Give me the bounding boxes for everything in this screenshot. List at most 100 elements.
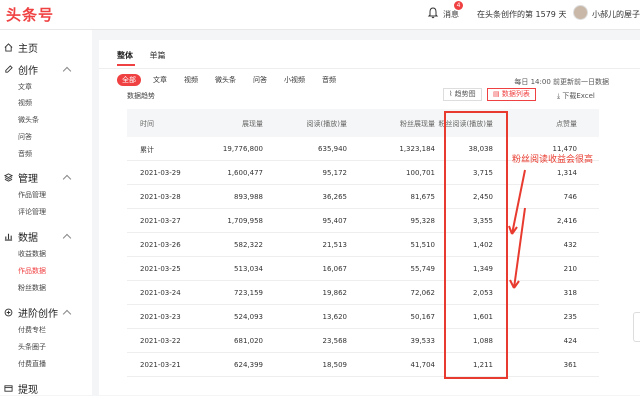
header-fan-impressions[interactable]: 粉丝展现量 <box>400 119 435 129</box>
sidebar-group-label: 数据 <box>18 233 38 244</box>
cell-fan-impressions: 55,749 <box>410 265 436 273</box>
sidebar-group-create[interactable]: 创作 <box>4 62 38 77</box>
list-icon: ▤ <box>493 90 502 98</box>
sidebar-item-withdraw[interactable]: 提现 <box>4 381 38 396</box>
sidebar-group-advanced[interactable]: 进阶创作 <box>4 305 58 320</box>
sidebar-item-income-data[interactable]: 收益数据 <box>18 249 46 259</box>
cell-impressions: 513,034 <box>234 265 263 273</box>
table-row: 2021-03-22 681,020 23,568 39,533 1,088 424 <box>127 329 599 353</box>
table-row: 2021-03-23 524,093 13,620 50,167 1,601 235 <box>127 305 599 329</box>
header-time[interactable]: 时间 <box>140 119 154 129</box>
sidebar-item-micro[interactable]: 微头条 <box>18 115 39 125</box>
sidebar-item-home[interactable]: 主页 <box>4 40 38 55</box>
tab-single[interactable]: 单篇 <box>150 51 166 60</box>
trend-button-label: 趋势图 <box>454 90 476 98</box>
cell-reads: 95,407 <box>322 217 348 225</box>
cell-impressions: 1,709,958 <box>227 217 263 225</box>
sidebar-item-qa[interactable]: 问答 <box>18 132 32 142</box>
cell-impressions: 723,159 <box>234 289 263 297</box>
cell-time: 2021-03-24 <box>140 289 181 297</box>
chevron-up-icon[interactable] <box>62 233 72 243</box>
sidebar-group-label: 主页 <box>18 44 38 55</box>
sidebar-group-data[interactable]: 数据 <box>4 229 38 244</box>
home-icon <box>4 43 13 52</box>
side-feedback-tab[interactable] <box>633 312 640 342</box>
chevron-up-icon[interactable] <box>62 66 72 76</box>
list-button-label: 数据列表 <box>501 90 530 98</box>
cell-likes: 235 <box>563 313 577 321</box>
sidebar-item-paid-column[interactable]: 付费专栏 <box>18 325 46 335</box>
sidebar-item-works-data[interactable]: 作品数据 <box>18 266 46 276</box>
sidebar-group-label: 管理 <box>18 174 38 185</box>
edit-icon <box>5 65 13 73</box>
cell-reads: 19,862 <box>322 289 348 297</box>
sidebar-group-label: 进阶创作 <box>18 309 58 320</box>
active-tab-indicator <box>117 64 135 66</box>
cell-likes: 746 <box>563 193 577 201</box>
cell-likes: 318 <box>563 289 577 297</box>
sidebar-item-comments[interactable]: 评论管理 <box>18 207 46 217</box>
header-impressions[interactable]: 展现量 <box>242 119 263 129</box>
messages-link[interactable]: 消息 <box>443 9 459 20</box>
cell-likes: 361 <box>563 361 577 369</box>
highlight-box <box>444 111 508 379</box>
annotation-arrows <box>508 169 526 289</box>
chip-qa[interactable]: 问答 <box>253 75 267 85</box>
chevron-up-icon[interactable] <box>62 174 72 184</box>
chip-audio[interactable]: 音频 <box>322 75 336 85</box>
cell-reads: 95,172 <box>322 169 348 177</box>
sidebar-item-works[interactable]: 作品管理 <box>18 190 46 200</box>
logo[interactable]: 头条号 <box>6 4 54 25</box>
cell-impressions: 624,399 <box>234 361 263 369</box>
sidebar-item-fans-data[interactable]: 粉丝数据 <box>18 283 46 293</box>
cell-likes: 2,416 <box>556 217 577 225</box>
cell-fan-impressions: 41,704 <box>410 361 436 369</box>
sidebar-item-article[interactable]: 文章 <box>18 82 32 92</box>
bell-icon[interactable] <box>427 7 439 19</box>
sidebar-item-paid-live[interactable]: 付费直播 <box>18 359 46 369</box>
download-excel-button[interactable]: ⤓ 下载Excel <box>557 91 595 101</box>
cell-impressions: 524,093 <box>234 313 263 321</box>
cell-likes: 1,314 <box>556 169 577 177</box>
cell-time: 2021-03-27 <box>140 217 181 225</box>
cell-reads: 13,620 <box>322 313 348 321</box>
cell-reads: 23,568 <box>322 337 348 345</box>
cell-time: 累计 <box>140 146 154 154</box>
withdraw-icon <box>4 385 13 392</box>
cell-fan-impressions: 81,675 <box>410 193 436 201</box>
chip-article[interactable]: 文章 <box>153 75 167 85</box>
chip-short-video[interactable]: 小视频 <box>284 75 305 85</box>
cell-likes: 210 <box>563 265 577 273</box>
sidebar-group-manage[interactable]: 管理 <box>4 170 38 185</box>
sidebar-item-video[interactable]: 视频 <box>18 98 32 108</box>
divider <box>99 68 640 69</box>
tab-overall[interactable]: 整体 <box>117 51 133 60</box>
chevron-up-icon[interactable] <box>62 309 72 319</box>
sidebar-item-audio[interactable]: 音频 <box>18 149 32 159</box>
cell-fan-impressions: 72,062 <box>410 289 436 297</box>
username[interactable]: 小郝儿的屋子 <box>592 9 640 20</box>
sidebar-group-label: 提现 <box>18 385 38 396</box>
cell-fan-impressions: 50,167 <box>410 313 436 321</box>
cell-impressions: 1,600,477 <box>227 169 263 177</box>
sidebar-group-label: 创作 <box>18 66 38 77</box>
avatar[interactable] <box>573 5 588 20</box>
top-bar: 头条号 4 消息 在头条创作的第 1579 天 小郝儿的屋子 <box>0 0 640 30</box>
cell-fan-impressions: 95,328 <box>410 217 436 225</box>
cell-time: 2021-03-23 <box>140 313 181 321</box>
chip-micro[interactable]: 微头条 <box>215 75 236 85</box>
cell-reads: 18,509 <box>322 361 348 369</box>
creation-days-text: 在头条创作的第 1579 天 <box>477 10 567 19</box>
cell-impressions: 893,988 <box>234 193 263 201</box>
chip-all[interactable]: 全部 <box>117 74 141 86</box>
data-list-button[interactable]: ▤ 数据列表 <box>487 88 536 101</box>
cell-fan-impressions: 100,701 <box>406 169 435 177</box>
sidebar-item-circle[interactable]: 头条圈子 <box>18 342 46 352</box>
table-header: 时间 展现量 阅读(播放)量 粉丝展现量 粉丝阅读(播放)量 点赞量 <box>127 109 599 137</box>
trend-chart-button[interactable]: ⌇ 趋势图 <box>443 88 482 101</box>
cell-time: 2021-03-26 <box>140 241 181 249</box>
header-likes[interactable]: 点赞量 <box>556 119 577 129</box>
header-reads[interactable]: 阅读(播放)量 <box>307 119 347 129</box>
cell-likes: 424 <box>563 337 577 345</box>
chip-video[interactable]: 视频 <box>184 75 198 85</box>
